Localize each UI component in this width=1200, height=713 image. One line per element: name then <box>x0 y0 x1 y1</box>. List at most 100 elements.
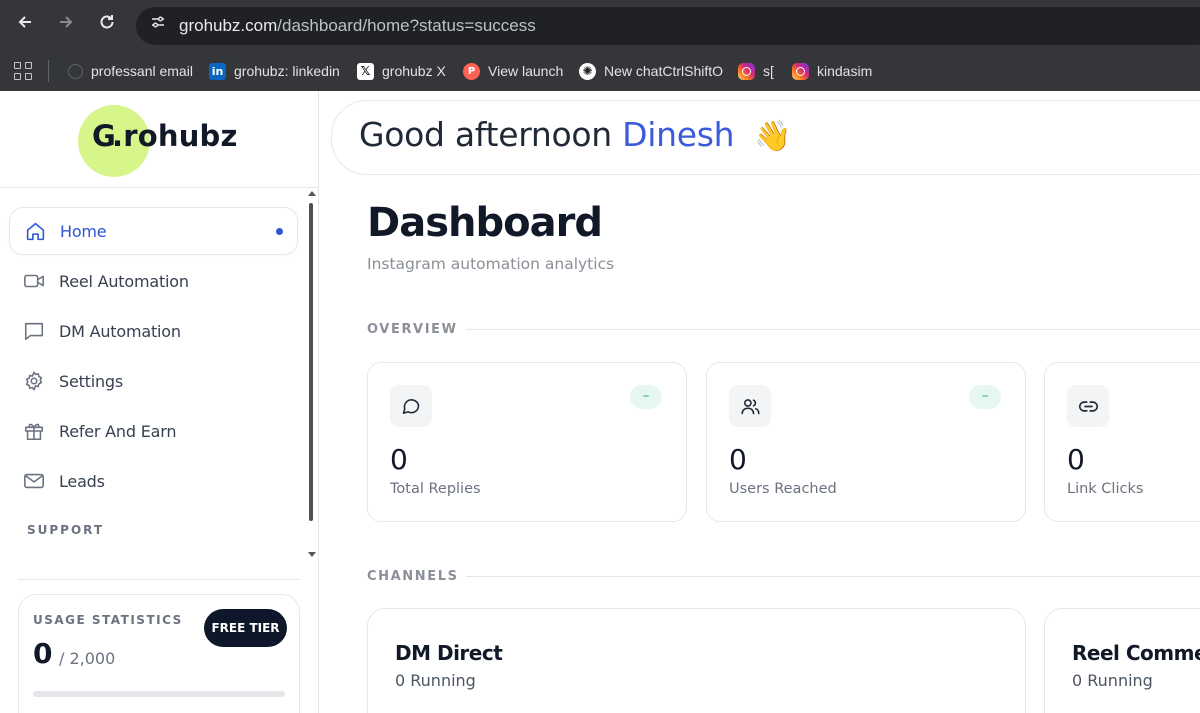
sidebar-item-refer-and-earn[interactable]: Refer And Earn <box>9 407 298 455</box>
stat-card-total-replies[interactable]: – 0 Total Replies <box>367 362 687 522</box>
tier-badge[interactable]: FREE TIER <box>204 609 287 647</box>
site-info-icon[interactable] <box>146 14 170 38</box>
sidebar-nav: Home Reel Automation DM Automation Setti… <box>9 207 298 507</box>
bookmark-new-chat[interactable]: ✺ New chatCtrlShiftO <box>579 59 723 83</box>
stat-value: 0 <box>729 443 747 476</box>
browser-chrome: grohubz.com/dashboard/home?status=succes… <box>0 0 1200 91</box>
url-path: /dashboard/home?status=success <box>277 16 536 35</box>
stat-label: Link Clicks <box>1067 481 1144 497</box>
channels-divider <box>466 576 1200 577</box>
stat-trend-badge: – <box>969 385 1001 409</box>
sidebar-item-label: DM Automation <box>59 321 181 341</box>
bookmark-label: View launch <box>488 63 564 79</box>
greeting-text: Good afternoon Dinesh 👋 <box>359 115 792 154</box>
stat-card-link-clicks[interactable]: 0 Link Clicks <box>1044 362 1200 522</box>
sidebar-item-label: Settings <box>59 371 124 391</box>
usage-limit: / 2,000 <box>59 649 116 668</box>
channel-title: Reel Commer <box>1072 641 1200 665</box>
reload-icon <box>100 15 114 29</box>
users-icon <box>729 385 771 427</box>
usage-count: 0 <box>33 637 53 670</box>
channel-status: 0 Running <box>1072 671 1153 690</box>
sidebar-item-dm-automation[interactable]: DM Automation <box>9 307 298 355</box>
usage-statistics-card: USAGE STATISTICS 0 / 2,000 FREE TIER <box>18 594 300 713</box>
logo-area[interactable]: G.rohubz <box>0 91 318 188</box>
arrow-left-icon <box>18 16 31 28</box>
sidebar-item-label: Home <box>60 221 107 241</box>
channel-title: DM Direct <box>395 641 503 665</box>
back-button[interactable] <box>11 12 39 40</box>
greeting-banner: Good afternoon Dinesh 👋 <box>331 100 1200 175</box>
overview-section-label: OVERVIEW <box>367 322 458 337</box>
stat-value: 0 <box>390 443 408 476</box>
bookmark-grohubz-linkedin[interactable]: in grohubz: linkedin <box>209 59 340 83</box>
sidebar-scrollbar[interactable] <box>306 191 316 561</box>
sidebar-item-reel-automation[interactable]: Reel Automation <box>9 257 298 305</box>
channel-card-dm-direct[interactable]: DM Direct 0 Running <box>367 608 1026 713</box>
x-icon: 𝕏 <box>357 62 374 80</box>
instagram-icon <box>792 62 809 80</box>
chat-bubble-icon <box>390 385 432 427</box>
scroll-thumb[interactable] <box>309 203 313 521</box>
instagram-icon <box>738 62 755 80</box>
bookmark-view-launch[interactable]: P View launch <box>463 59 563 83</box>
bookmarks-divider <box>48 60 49 82</box>
bookmark-grohubz-x[interactable]: 𝕏 grohubz X <box>357 59 446 83</box>
stat-trend-badge: – <box>630 385 662 409</box>
waving-hand-icon: 👋 <box>754 119 792 154</box>
stat-label: Users Reached <box>729 481 837 497</box>
chatgpt-icon: ✺ <box>579 62 596 80</box>
address-bar[interactable]: grohubz.com/dashboard/home?status=succes… <box>136 7 1200 45</box>
bookmark-label: grohubz: linkedin <box>234 63 340 79</box>
sidebar-item-settings[interactable]: Settings <box>9 357 298 405</box>
bookmark-s[interactable]: s[ <box>738 59 774 83</box>
sidebar-item-leads[interactable]: Leads <box>9 457 298 505</box>
channels-section-label: CHANNELS <box>367 569 459 584</box>
mail-icon <box>23 470 45 492</box>
sidebar-item-home[interactable]: Home <box>9 207 298 255</box>
main-content: Good afternoon Dinesh 👋 Dashboard Instag… <box>319 91 1200 713</box>
usage-divider <box>18 579 300 580</box>
page-subtitle: Instagram automation analytics <box>367 255 615 273</box>
linkedin-icon: in <box>209 62 226 80</box>
url-text[interactable]: grohubz.com/dashboard/home?status=succes… <box>179 16 536 36</box>
reload-button[interactable] <box>93 12 121 40</box>
bookmark-professional-email[interactable]: professanl email <box>68 59 193 83</box>
forward-button[interactable] <box>52 12 80 40</box>
bookmarks-bar: professanl email in grohubz: linkedin 𝕏 … <box>0 52 1200 91</box>
sidebar-item-label: Reel Automation <box>59 271 189 291</box>
bookmark-label: s[ <box>763 63 774 79</box>
sidebar: G.rohubz Home Reel Automation DM Automat… <box>0 91 319 713</box>
scroll-up-arrow-icon[interactable] <box>308 191 316 196</box>
home-icon <box>24 220 46 242</box>
gift-icon <box>23 420 45 442</box>
gear-icon <box>23 370 45 392</box>
video-icon <box>23 270 45 292</box>
scroll-down-arrow-icon[interactable] <box>308 552 316 557</box>
channel-status: 0 Running <box>395 671 476 690</box>
browser-toolbar: grohubz.com/dashboard/home?status=succes… <box>0 0 1200 52</box>
logo-text: G.rohubz <box>92 119 238 153</box>
bookmark-label: grohubz X <box>382 63 446 79</box>
bookmark-label: kindasim <box>817 63 873 79</box>
bookmark-label: professanl email <box>91 63 193 79</box>
producthunt-icon: P <box>463 62 480 80</box>
user-name: Dinesh <box>622 115 735 154</box>
sidebar-item-label: Refer And Earn <box>59 421 177 441</box>
usage-title: USAGE STATISTICS <box>33 613 183 627</box>
active-indicator <box>276 228 283 235</box>
link-icon <box>1067 385 1109 427</box>
usage-progress-bar <box>33 691 285 697</box>
channel-card-reel-comments[interactable]: Reel Commer 0 Running <box>1044 608 1200 713</box>
stat-card-users-reached[interactable]: – 0 Users Reached <box>706 362 1026 522</box>
globe-icon <box>68 63 83 79</box>
apps-grid-icon[interactable] <box>14 62 32 80</box>
greeting-phrase: Good afternoon <box>359 115 612 154</box>
bookmark-label: New chatCtrlShiftO <box>604 63 724 79</box>
bookmark-kindasim[interactable]: kindasim <box>792 59 872 83</box>
overview-divider <box>466 329 1200 330</box>
support-section-label: SUPPORT <box>27 523 105 537</box>
stat-label: Total Replies <box>390 481 481 497</box>
sidebar-item-label: Leads <box>59 471 105 491</box>
arrow-right-icon <box>60 16 73 28</box>
